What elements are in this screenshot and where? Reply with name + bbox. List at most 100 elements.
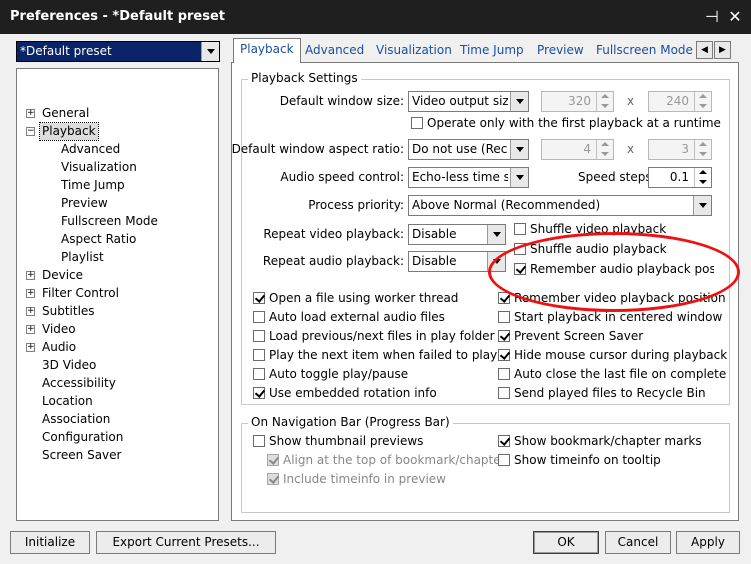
chevron-down-icon[interactable] xyxy=(487,252,505,271)
tab-playback[interactable]: Playback xyxy=(233,38,301,63)
category-tree[interactable]: + General − Playback Advanced Visualizat… xyxy=(16,68,219,521)
checkbox-box[interactable] xyxy=(253,368,265,380)
tree-item-screen-saver[interactable]: Screen Saver xyxy=(42,447,121,464)
aspect-ratio-dropdown[interactable]: Do not use (Recom xyxy=(408,139,529,160)
repeat-audio-dropdown[interactable]: Disable xyxy=(408,251,506,272)
expand-icon[interactable]: + xyxy=(26,325,35,334)
chevron-down-icon[interactable] xyxy=(487,225,505,244)
process-priority-label: Process priority: xyxy=(308,198,404,212)
checkbox-label: Operate only with the first playback at … xyxy=(427,116,721,130)
checkbox-box[interactable] xyxy=(498,330,510,342)
spinner-arrows-icon[interactable] xyxy=(694,168,711,187)
aspect-height-spinner[interactable]: 3 xyxy=(648,139,712,160)
checkbox-box[interactable] xyxy=(267,454,279,466)
window-size-dropdown[interactable]: Video output size xyxy=(408,91,529,112)
checkbox-box[interactable] xyxy=(253,349,265,361)
title-bar[interactable]: Preferences - *Default preset ⊣ ✕ xyxy=(0,0,751,34)
preset-dropdown[interactable]: *Default preset xyxy=(16,41,220,62)
chevron-down-icon[interactable] xyxy=(693,196,711,215)
chevron-down-icon[interactable] xyxy=(510,140,528,159)
checkbox-label: Use embedded rotation info xyxy=(269,386,437,400)
tree-item-playlist[interactable]: Playlist xyxy=(61,249,104,266)
chevron-down-icon[interactable] xyxy=(510,92,528,111)
tree-item-accessibility[interactable]: Accessibility xyxy=(42,375,116,392)
checkbox-label: Auto close the last file on complete xyxy=(514,367,727,381)
expand-icon[interactable]: + xyxy=(26,307,35,316)
checkbox-box[interactable] xyxy=(253,435,265,447)
tree-item-location[interactable]: Location xyxy=(42,393,93,410)
tab-scroll-right-icon[interactable]: ▶ xyxy=(714,41,731,59)
checkbox-label: Show thumbnail previews xyxy=(269,434,424,448)
checkbox-box[interactable] xyxy=(498,387,510,399)
checkbox-box[interactable] xyxy=(514,243,526,255)
checkbox-label: Send played files to Recycle Bin xyxy=(514,386,706,400)
checkbox-box[interactable] xyxy=(253,292,265,304)
repeat-audio-value: Disable xyxy=(412,254,457,268)
tree-item-visualization[interactable]: Visualization xyxy=(61,159,137,176)
tab-fullscreen-mode[interactable]: Fullscreen Mode xyxy=(590,40,699,62)
spinner-arrows-icon[interactable] xyxy=(596,140,613,159)
tree-item-preview[interactable]: Preview xyxy=(61,195,108,212)
checkbox-box[interactable] xyxy=(411,117,423,129)
tree-item-advanced[interactable]: Advanced xyxy=(61,141,120,158)
tab-scroll-left-icon[interactable]: ◀ xyxy=(696,41,713,59)
checkbox-box[interactable] xyxy=(498,349,510,361)
apply-button[interactable]: Apply xyxy=(676,531,740,554)
checkbox-box[interactable] xyxy=(514,263,526,275)
export-presets-button[interactable]: Export Current Presets... xyxy=(96,531,276,554)
window-height-spinner[interactable]: 240 xyxy=(648,91,712,112)
speed-steps-spinner[interactable]: 0.1 xyxy=(648,167,712,188)
tree-item-label: Audio xyxy=(42,340,77,354)
tab-preview[interactable]: Preview xyxy=(531,40,590,62)
tree-item-configuration[interactable]: Configuration xyxy=(42,429,123,446)
tab-advanced[interactable]: Advanced xyxy=(299,40,370,62)
cancel-button[interactable]: Cancel xyxy=(605,531,671,554)
spinner-arrows-icon[interactable] xyxy=(694,92,711,111)
chevron-down-icon[interactable] xyxy=(510,168,528,187)
checkbox-box[interactable] xyxy=(253,311,265,323)
checkbox-box[interactable] xyxy=(498,435,510,447)
audio-speed-dropdown[interactable]: Echo-less time stre xyxy=(408,167,529,188)
tree-item-label: Filter Control xyxy=(42,286,119,300)
chevron-down-icon[interactable] xyxy=(201,42,219,61)
repeat-video-dropdown[interactable]: Disable xyxy=(408,224,506,245)
tree-item-time-jump[interactable]: Time Jump xyxy=(61,177,125,194)
group-title: Playback Settings xyxy=(248,71,361,85)
tree-item-3d-video[interactable]: 3D Video xyxy=(42,357,96,374)
checkbox-box[interactable] xyxy=(267,473,279,485)
collapse-icon[interactable]: − xyxy=(26,127,35,136)
checkbox-box[interactable] xyxy=(253,387,265,399)
checkbox-box[interactable] xyxy=(498,311,510,323)
checkbox-label: Auto load external audio files xyxy=(269,310,445,324)
spinner-arrows-icon[interactable] xyxy=(596,92,613,111)
tree-item-aspect-ratio[interactable]: Aspect Ratio xyxy=(61,231,136,248)
pin-icon[interactable]: ⊣ xyxy=(701,6,723,28)
checkbox-box[interactable] xyxy=(514,223,526,235)
tab-visualization[interactable]: Visualization xyxy=(370,40,458,62)
checkbox-label: Start playback in centered window xyxy=(514,310,723,324)
checkbox-label: Show bookmark/chapter marks xyxy=(514,434,702,448)
close-icon[interactable]: ✕ xyxy=(724,6,746,28)
playback-tab-panel: Playback Settings Default window size: V… xyxy=(231,62,739,521)
initialize-button[interactable]: Initialize xyxy=(10,531,90,554)
process-priority-dropdown[interactable]: Above Normal (Recommended) xyxy=(408,195,712,216)
checkbox-label: Remember audio playback position xyxy=(530,262,714,276)
aspect-width-spinner[interactable]: 4 xyxy=(541,139,614,160)
remember-audio-checkbox[interactable]: Remember audio playback position xyxy=(514,261,714,277)
expand-icon[interactable]: + xyxy=(26,109,35,118)
expand-icon[interactable]: + xyxy=(26,343,35,352)
checkbox-box[interactable] xyxy=(253,330,265,342)
window-width-spinner[interactable]: 320 xyxy=(541,91,614,112)
checkbox-box[interactable] xyxy=(498,454,510,466)
tab-time-jump[interactable]: Time Jump xyxy=(454,40,530,62)
tree-item-fullscreen-mode[interactable]: Fullscreen Mode xyxy=(61,213,158,230)
expand-icon[interactable]: + xyxy=(26,289,35,298)
expand-icon[interactable]: + xyxy=(26,271,35,280)
spinner-arrows-icon[interactable] xyxy=(694,140,711,159)
checkbox-box[interactable] xyxy=(498,292,510,304)
checkbox-label: Remember video playback position xyxy=(514,291,726,305)
checkbox-box[interactable] xyxy=(498,368,510,380)
aspect-ratio-value: Do not use (Recom xyxy=(412,142,508,156)
tree-item-association[interactable]: Association xyxy=(42,411,110,428)
ok-button[interactable]: OK xyxy=(533,531,599,554)
